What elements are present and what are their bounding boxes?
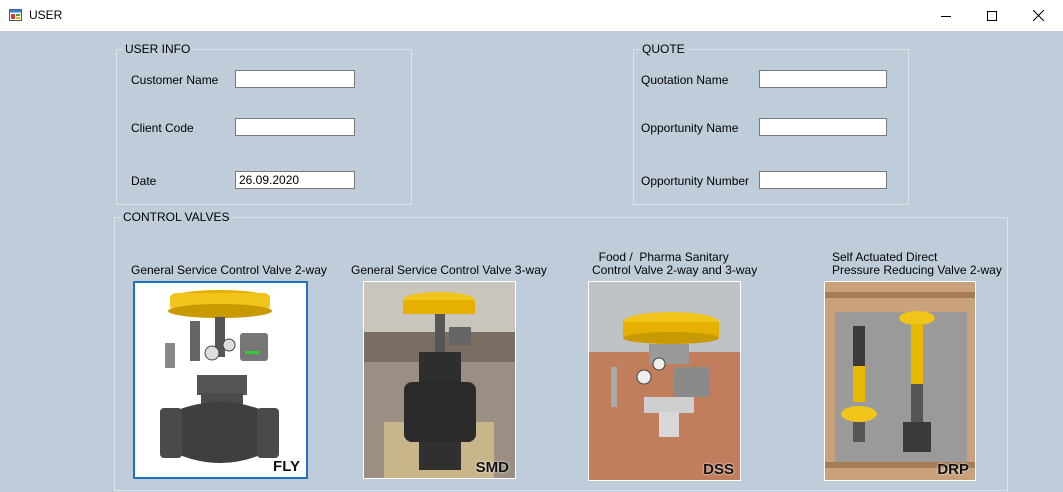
valve-image-smd[interactable]: SMD [363,281,516,479]
customer-name-input[interactable] [235,70,355,88]
valve-image-drp[interactable]: DRP [824,281,976,481]
date-input[interactable] [235,171,355,189]
minimize-button[interactable] [923,0,969,31]
control-valves-title: CONTROL VALVES [121,210,232,224]
drp-valve-picture [825,282,975,480]
title-bar: USER [0,0,1063,31]
quote-title: QUOTE [640,42,687,56]
quotation-name-label: Quotation Name [641,73,729,87]
maximize-icon [987,10,997,21]
opportunity-number-input[interactable] [759,171,887,189]
valve-image-fly[interactable]: FLY [133,281,308,479]
valve-caption-dss: Food / Pharma Sanitary Control Valve 2-w… [592,250,758,277]
user-info-title: USER INFO [123,42,193,56]
client-code-label: Client Code [131,121,194,135]
opportunity-name-input[interactable] [759,118,887,136]
user-info-group: USER INFO Customer Name Client Code Date [116,42,412,205]
quote-group: QUOTE Quotation Name Opportunity Name Op… [633,42,909,205]
minimize-icon [941,15,951,17]
fly-valve-picture [160,290,279,463]
valve-caption-fly: General Service Control Valve 2-way [131,263,327,277]
window-title: USER [29,8,63,22]
valve-code-drp: DRP [937,461,969,478]
client-area: USER INFO Customer Name Client Code Date… [0,31,1063,492]
dss-valve-picture [589,282,740,480]
customer-name-label: Customer Name [131,73,219,87]
valve-caption-smd: General Service Control Valve 3-way [351,263,547,277]
valve-code-dss: DSS [703,461,734,478]
valve-image-dss[interactable]: DSS [588,281,741,481]
opportunity-number-label: Opportunity Number [641,174,750,188]
maximize-button[interactable] [969,0,1015,31]
valve-code-fly: FLY [273,458,300,475]
close-button[interactable] [1015,0,1061,31]
valve-code-smd: SMD [475,459,509,476]
close-icon [1032,10,1044,21]
opportunity-name-label: Opportunity Name [641,121,739,135]
smd-valve-picture [364,282,515,478]
client-code-input[interactable] [235,118,355,136]
date-label: Date [131,174,157,188]
app-icon [9,9,22,21]
valve-caption-drp: Self Actuated Direct Pressure Reducing V… [832,250,1002,277]
quotation-name-input[interactable] [759,70,887,88]
